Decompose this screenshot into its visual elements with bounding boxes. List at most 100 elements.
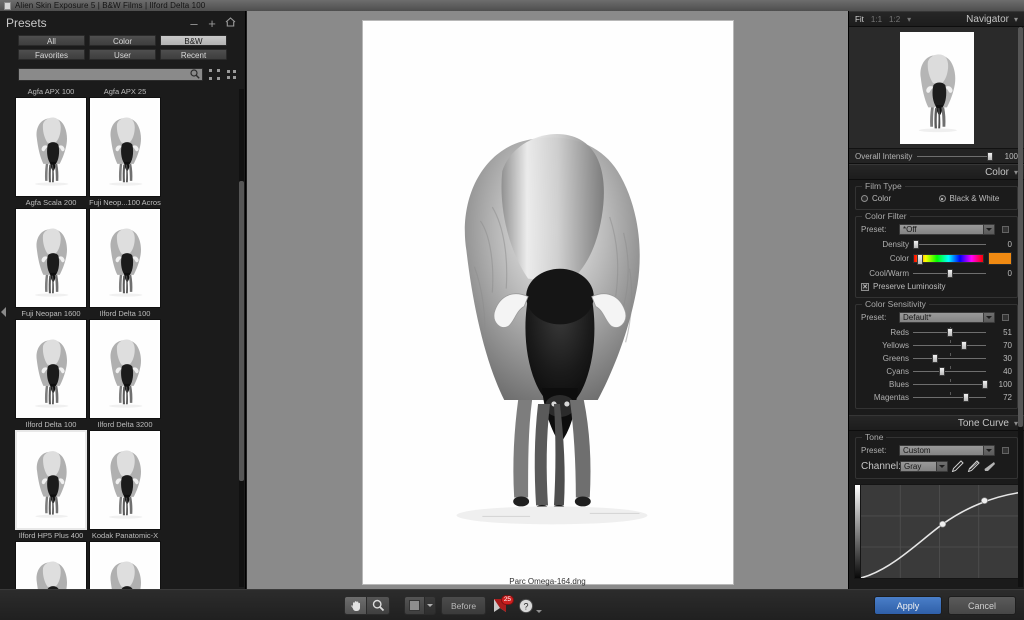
chevron-down-icon[interactable] — [983, 225, 994, 234]
cancel-button[interactable]: Cancel — [948, 596, 1016, 615]
right-panel-scrollbar-thumb[interactable] — [1018, 27, 1023, 427]
preset-thumbnail[interactable] — [15, 319, 87, 419]
filter-user[interactable]: User — [89, 49, 156, 60]
slider-knob[interactable] — [961, 341, 968, 350]
color-filter-preset-menu-button[interactable] — [999, 224, 1012, 235]
zoom-1-2[interactable]: 1:2 — [889, 15, 900, 24]
before-button[interactable]: Before — [441, 596, 487, 615]
color-swatch[interactable] — [988, 252, 1012, 265]
preset-thumbnail[interactable] — [15, 97, 87, 197]
slider-knob[interactable] — [946, 269, 953, 278]
preset-thumbnail[interactable] — [89, 430, 161, 530]
navigator-preview[interactable] — [849, 27, 1024, 149]
hand-tool-button[interactable] — [344, 596, 367, 615]
preset-item[interactable]: Ilford Delta 100 — [15, 419, 87, 530]
preset-item[interactable]: Ilford Delta 100 — [89, 308, 161, 419]
grid-view-icon[interactable] — [226, 69, 237, 80]
image-canvas[interactable]: Parc Omega-164.dng — [247, 11, 848, 589]
filter-recent[interactable]: Recent — [160, 49, 227, 60]
preset-item[interactable]: Kodak Panatomic-X — [89, 530, 161, 589]
compact-view-icon[interactable] — [209, 69, 220, 80]
slider-knob[interactable] — [939, 367, 946, 376]
pencil-alt-icon[interactable] — [967, 460, 980, 473]
hue-knob[interactable] — [916, 254, 923, 265]
film-type-bw-option[interactable]: Black & White — [938, 194, 1013, 203]
preset-item[interactable]: Fuji Neopan 1600 — [15, 308, 87, 419]
zoom-fit[interactable]: Fit — [855, 15, 864, 24]
chevron-down-icon[interactable] — [936, 461, 947, 471]
sensitivity-slider[interactable] — [913, 353, 986, 363]
density-slider[interactable] — [912, 239, 986, 249]
filter-all[interactable]: All — [18, 35, 85, 46]
preview-image[interactable] — [362, 20, 734, 585]
tone-preset-menu-button[interactable] — [999, 445, 1012, 456]
home-icon[interactable] — [221, 16, 239, 30]
sensitivity-slider[interactable] — [913, 366, 986, 376]
search-box[interactable] — [18, 68, 203, 81]
preset-scrollbar[interactable] — [239, 89, 244, 587]
tone-channel-select[interactable]: Gray — [900, 460, 948, 472]
preset-thumbnail[interactable] — [15, 430, 87, 530]
overall-intensity-slider[interactable] — [917, 151, 993, 161]
radio-black-and-white[interactable] — [938, 195, 946, 202]
preset-thumbnail[interactable] — [15, 541, 87, 589]
view-mode-button[interactable] — [404, 596, 425, 615]
tone-curve-plot[interactable] — [860, 485, 1018, 578]
collapse-left-panel-button[interactable] — [1, 307, 7, 317]
sensitivity-slider[interactable] — [913, 327, 986, 337]
preset-list[interactable]: Agfa APX 100 Agfa APX 25 Agfa Scala 200 … — [0, 86, 246, 589]
chevron-down-icon[interactable] — [983, 313, 994, 322]
preset-item[interactable]: Ilford Delta 3200 — [89, 419, 161, 530]
preset-item[interactable]: Agfa APX 25 — [89, 86, 161, 197]
radio-color[interactable] — [861, 195, 868, 202]
preset-scrollbar-thumb[interactable] — [239, 181, 244, 481]
right-panel-scrollbar[interactable] — [1018, 27, 1023, 587]
pencil-icon[interactable] — [951, 460, 964, 473]
add-preset-button[interactable]: + — [203, 16, 221, 31]
slider-knob[interactable] — [981, 380, 988, 389]
zoom-1-1[interactable]: 1:1 — [871, 15, 882, 24]
preset-item[interactable]: Fuji Neop...100 Acros — [89, 197, 161, 308]
eraser-icon[interactable] — [983, 460, 996, 472]
navigator-collapse-caret[interactable]: ▾ — [1014, 15, 1018, 24]
sensitivity-slider[interactable] — [913, 392, 986, 402]
apply-button[interactable]: Apply — [874, 596, 942, 615]
color-hue-slider[interactable] — [913, 254, 984, 265]
filter-favorites[interactable]: Favorites — [18, 49, 85, 60]
preset-thumbnail[interactable] — [89, 208, 161, 308]
preset-thumbnail[interactable] — [89, 97, 161, 197]
remove-preset-button[interactable]: – — [185, 16, 203, 31]
view-mode-selector[interactable] — [404, 596, 436, 615]
slider-knob[interactable] — [962, 393, 969, 402]
preserve-luminosity-row[interactable]: ✕ Preserve Luminosity — [861, 282, 1012, 291]
color-panel-header[interactable]: Color ▾ — [849, 164, 1024, 180]
preserve-luminosity-checkbox[interactable]: ✕ — [861, 282, 869, 291]
slider-knob[interactable] — [931, 354, 938, 363]
sensitivity-slider[interactable] — [913, 340, 986, 350]
zoom-dropdown-caret[interactable]: ▾ — [907, 15, 911, 24]
preset-thumbnail[interactable] — [15, 208, 87, 308]
chevron-down-icon[interactable] — [983, 446, 994, 455]
help-dropdown-caret[interactable] — [536, 610, 543, 613]
tone-curve-header[interactable]: Tone Curve ▾ — [849, 415, 1024, 431]
filter-color[interactable]: Color — [89, 35, 156, 46]
coolwarm-slider[interactable] — [913, 268, 986, 278]
preset-item[interactable]: Agfa APX 100 — [15, 86, 87, 197]
color-sensitivity-menu-button[interactable] — [999, 312, 1012, 323]
color-sensitivity-preset-select[interactable]: Default* — [899, 312, 995, 323]
color-filter-preset-select[interactable]: *Off — [899, 224, 995, 235]
preset-item[interactable]: Agfa Scala 200 — [15, 197, 87, 308]
slider-knob[interactable] — [986, 152, 993, 161]
sensitivity-slider[interactable] — [913, 379, 988, 389]
help-button[interactable]: ? — [518, 598, 534, 614]
zoom-tool-button[interactable] — [367, 596, 390, 615]
slider-knob[interactable] — [947, 328, 954, 337]
tone-preset-select[interactable]: Custom — [899, 445, 995, 456]
view-mode-dropdown[interactable] — [425, 596, 436, 615]
preset-thumbnail[interactable] — [89, 541, 161, 589]
navigator-header[interactable]: Fit 1:1 1:2 ▾ Navigator ▾ — [849, 11, 1024, 27]
filter-bw[interactable]: B&W — [160, 35, 227, 46]
notifications-button[interactable]: 25 — [492, 594, 515, 615]
preset-thumbnail[interactable] — [89, 319, 161, 419]
tone-curve-graph[interactable] — [854, 484, 1019, 579]
